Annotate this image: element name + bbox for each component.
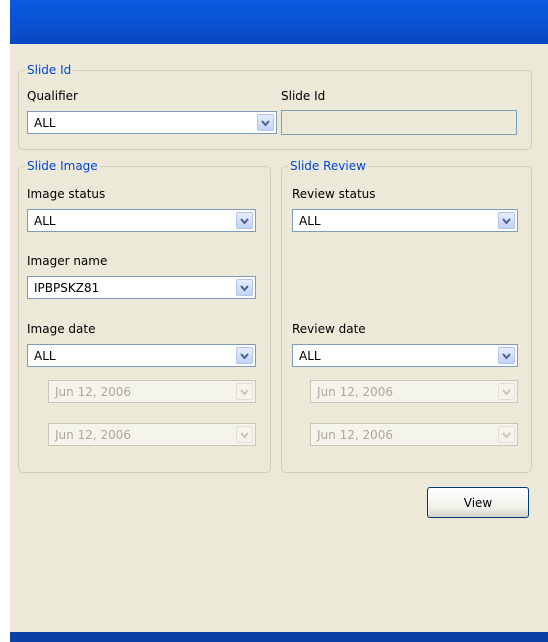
imager-name-select[interactable]: IPBPSKZ81	[27, 276, 256, 299]
image-date-to-picker: Jun 12, 2006	[48, 423, 256, 446]
review-date-label: Review date	[292, 322, 366, 336]
chevron-down-icon	[498, 426, 515, 443]
image-status-value: ALL	[34, 214, 56, 228]
chevron-down-icon[interactable]	[236, 279, 253, 296]
view-button-label: View	[463, 495, 493, 510]
review-date-value: ALL	[299, 349, 321, 363]
search-panel: Slide Id Qualifier ALL Slide Id Slide Im…	[10, 44, 548, 632]
image-date-to-value: Jun 12, 2006	[55, 428, 132, 442]
chevron-down-icon[interactable]	[236, 347, 253, 364]
review-date-to-value: Jun 12, 2006	[317, 428, 394, 442]
review-status-value: ALL	[299, 214, 321, 228]
imager-name-label: Imager name	[27, 254, 108, 268]
review-date-to-picker: Jun 12, 2006	[310, 423, 518, 446]
chevron-down-icon	[236, 383, 253, 400]
taskbar-strip	[10, 632, 548, 642]
chevron-down-icon[interactable]	[498, 347, 515, 364]
review-date-select[interactable]: ALL	[292, 344, 518, 367]
slide-image-group: Slide Image Image status ALL Imager name…	[18, 159, 271, 473]
qualifier-select[interactable]: ALL	[27, 111, 277, 134]
slide-id-legend: Slide Id	[25, 63, 74, 77]
window-title-bar	[10, 0, 548, 44]
image-status-select[interactable]: ALL	[27, 209, 256, 232]
qualifier-label: Qualifier	[27, 89, 78, 103]
slide-image-legend: Slide Image	[25, 159, 100, 173]
chevron-down-icon[interactable]	[236, 212, 253, 229]
chevron-down-icon[interactable]	[257, 114, 274, 131]
slide-id-label: Slide Id	[281, 89, 326, 103]
review-status-label: Review status	[292, 187, 376, 201]
image-date-from-value: Jun 12, 2006	[55, 385, 132, 399]
chevron-down-icon	[236, 426, 253, 443]
image-date-from-picker: Jun 12, 2006	[48, 380, 256, 403]
chevron-down-icon	[498, 383, 515, 400]
image-status-label: Image status	[27, 187, 106, 201]
slide-id-input[interactable]	[281, 110, 517, 135]
review-date-from-value: Jun 12, 2006	[317, 385, 394, 399]
slide-review-legend: Slide Review	[288, 159, 368, 173]
review-status-select[interactable]: ALL	[292, 209, 518, 232]
review-date-from-picker: Jun 12, 2006	[310, 380, 518, 403]
slide-id-group: Slide Id Qualifier ALL Slide Id	[18, 63, 532, 150]
view-button[interactable]: View	[427, 487, 529, 518]
chevron-down-icon[interactable]	[498, 212, 515, 229]
image-date-select[interactable]: ALL	[27, 344, 256, 367]
qualifier-value: ALL	[34, 116, 56, 130]
image-date-label: Image date	[27, 322, 96, 336]
image-date-value: ALL	[34, 349, 56, 363]
slide-review-group: Slide Review Review status ALL Review da…	[281, 159, 532, 473]
imager-name-value: IPBPSKZ81	[34, 281, 100, 295]
